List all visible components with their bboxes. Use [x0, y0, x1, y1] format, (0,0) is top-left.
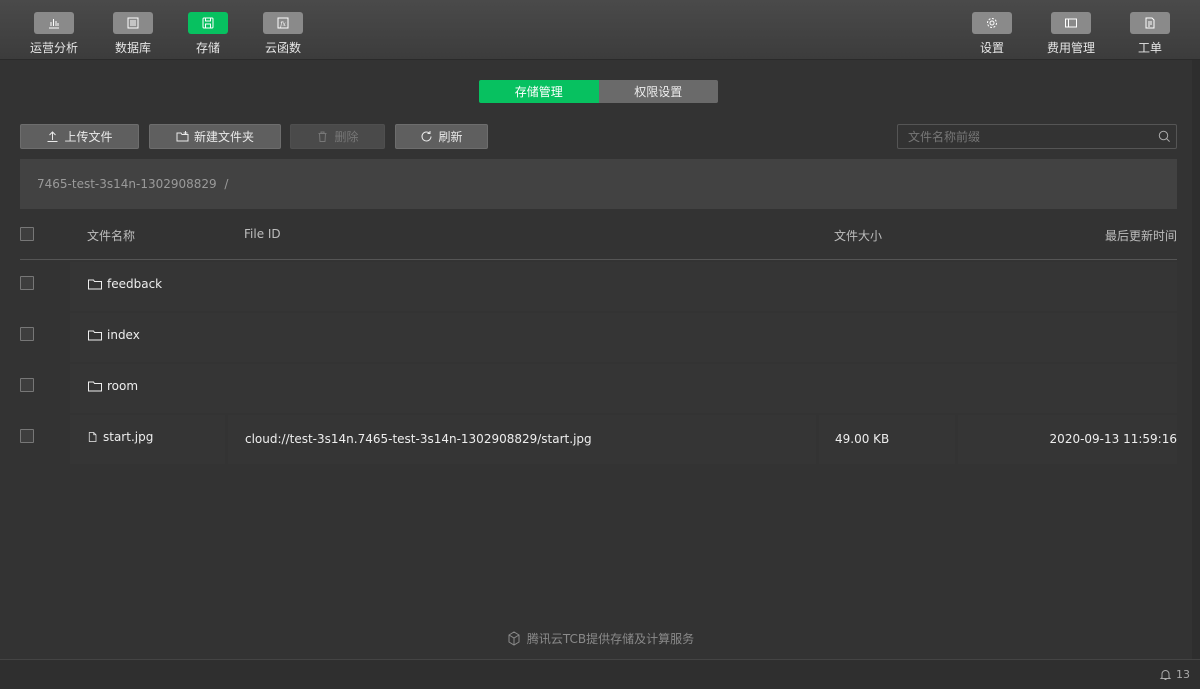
- upload-file-button[interactable]: 上传文件: [20, 124, 139, 149]
- table-row[interactable]: start.jpg cloud://test-3s14n.7465-test-3…: [20, 413, 1177, 464]
- table-row[interactable]: room: [20, 362, 1177, 413]
- toolbar-cloud-function-button[interactable]: fx 云函数: [253, 12, 313, 58]
- file-search: [897, 124, 1177, 149]
- function-icon: fx: [263, 12, 303, 34]
- notification-button[interactable]: 13: [1159, 668, 1190, 681]
- row-name-label: room: [107, 379, 139, 393]
- file-name[interactable]: start.jpg: [87, 430, 153, 444]
- file-table: 文件名称 File ID 文件大小 最后更新时间 feedback index …: [20, 209, 1177, 464]
- top-toolbar: 运营分析 数据库 存储 fx 云函数 设置 费用管理 工单: [0, 0, 1200, 60]
- bell-icon: [1159, 670, 1172, 680]
- row-updated-time: 2020-09-13 11:59:16: [1049, 432, 1177, 446]
- refresh-icon: [421, 131, 432, 142]
- toolbar-database-button[interactable]: 数据库: [103, 12, 163, 58]
- chart-icon: [34, 12, 74, 34]
- toolbar-label: 云函数: [264, 41, 301, 55]
- file-icon: [88, 432, 97, 442]
- upload-file-label: 上传文件: [64, 130, 113, 144]
- trash-icon: [318, 131, 327, 142]
- toolbar-label: 工单: [1137, 41, 1162, 55]
- svg-text:fx: fx: [279, 21, 286, 28]
- provider-note-text: 腾讯云TCB提供存储及计算服务: [526, 632, 695, 646]
- toolbar-storage-button[interactable]: 存储: [178, 12, 238, 58]
- toolbar-label: 费用管理: [1046, 41, 1095, 55]
- database-icon: [113, 12, 153, 34]
- new-folder-label: 新建文件夹: [193, 130, 254, 144]
- column-header-size[interactable]: 文件大小: [834, 227, 882, 244]
- tab-permission-settings[interactable]: 权限设置: [598, 80, 718, 103]
- delete-button[interactable]: 删除: [290, 124, 385, 149]
- toolbar-label: 数据库: [114, 41, 151, 55]
- row-checkbox[interactable]: [20, 378, 34, 392]
- search-icon[interactable]: [1152, 130, 1176, 143]
- breadcrumb: 7465-test-3s14n-1302908829 /: [20, 159, 1177, 209]
- vertical-scrollbar[interactable]: [1192, 60, 1200, 659]
- file-prefix-search-input[interactable]: [898, 125, 1152, 148]
- row-checkbox[interactable]: [20, 276, 34, 290]
- status-bar: 13: [0, 659, 1200, 689]
- row-file-size: 49.00 KB: [835, 432, 890, 446]
- row-name-label: feedback: [107, 277, 163, 291]
- toolbar-billing-button[interactable]: 费用管理: [1041, 12, 1101, 58]
- delete-label: 删除: [334, 130, 359, 144]
- row-name-label: start.jpg: [103, 430, 154, 444]
- table-row[interactable]: index: [20, 311, 1177, 362]
- provider-note: 腾讯云TCB提供存储及计算服务: [0, 630, 1200, 647]
- toolbar-label: 运营分析: [29, 41, 78, 55]
- toolbar-ticket-button[interactable]: 工单: [1120, 12, 1180, 58]
- refresh-button[interactable]: 刷新: [395, 124, 488, 149]
- folder-icon: [88, 381, 102, 392]
- folder-name[interactable]: room: [87, 379, 138, 393]
- toolbar-analytics-button[interactable]: 运营分析: [24, 12, 84, 58]
- refresh-label: 刷新: [438, 130, 463, 144]
- billing-icon: [1051, 12, 1091, 34]
- breadcrumb-path[interactable]: 7465-test-3s14n-1302908829 /: [37, 177, 228, 191]
- table-header: 文件名称 File ID 文件大小 最后更新时间: [20, 209, 1177, 260]
- new-folder-button[interactable]: 新建文件夹: [149, 124, 281, 149]
- toolbar-settings-button[interactable]: 设置: [962, 12, 1022, 58]
- row-file-id: cloud://test-3s14n.7465-test-3s14n-13029…: [245, 432, 592, 446]
- toolbar-label: 设置: [979, 41, 1004, 55]
- row-checkbox[interactable]: [20, 327, 34, 341]
- storage-icon: [188, 12, 228, 34]
- folder-icon: [88, 330, 102, 341]
- column-header-updated[interactable]: 最后更新时间: [1105, 227, 1177, 244]
- folder-icon: [88, 279, 102, 290]
- column-header-file-id: File ID: [244, 227, 281, 241]
- tcb-logo-icon: [508, 630, 520, 646]
- tab-storage-manage[interactable]: 存储管理: [479, 80, 599, 103]
- notification-count: 13: [1176, 668, 1190, 681]
- new-folder-icon: [176, 131, 189, 142]
- toolbar-label: 存储: [195, 41, 220, 55]
- folder-name[interactable]: index: [87, 328, 140, 342]
- row-name-label: index: [107, 328, 140, 342]
- folder-name[interactable]: feedback: [87, 277, 162, 291]
- gear-icon: [972, 12, 1012, 34]
- select-all-checkbox[interactable]: [20, 227, 34, 241]
- row-checkbox[interactable]: [20, 429, 34, 443]
- table-row[interactable]: feedback: [20, 260, 1177, 311]
- storage-tabs: 存储管理 权限设置: [479, 80, 718, 103]
- column-header-name[interactable]: 文件名称: [87, 227, 135, 244]
- ticket-icon: [1130, 12, 1170, 34]
- upload-icon: [47, 131, 58, 142]
